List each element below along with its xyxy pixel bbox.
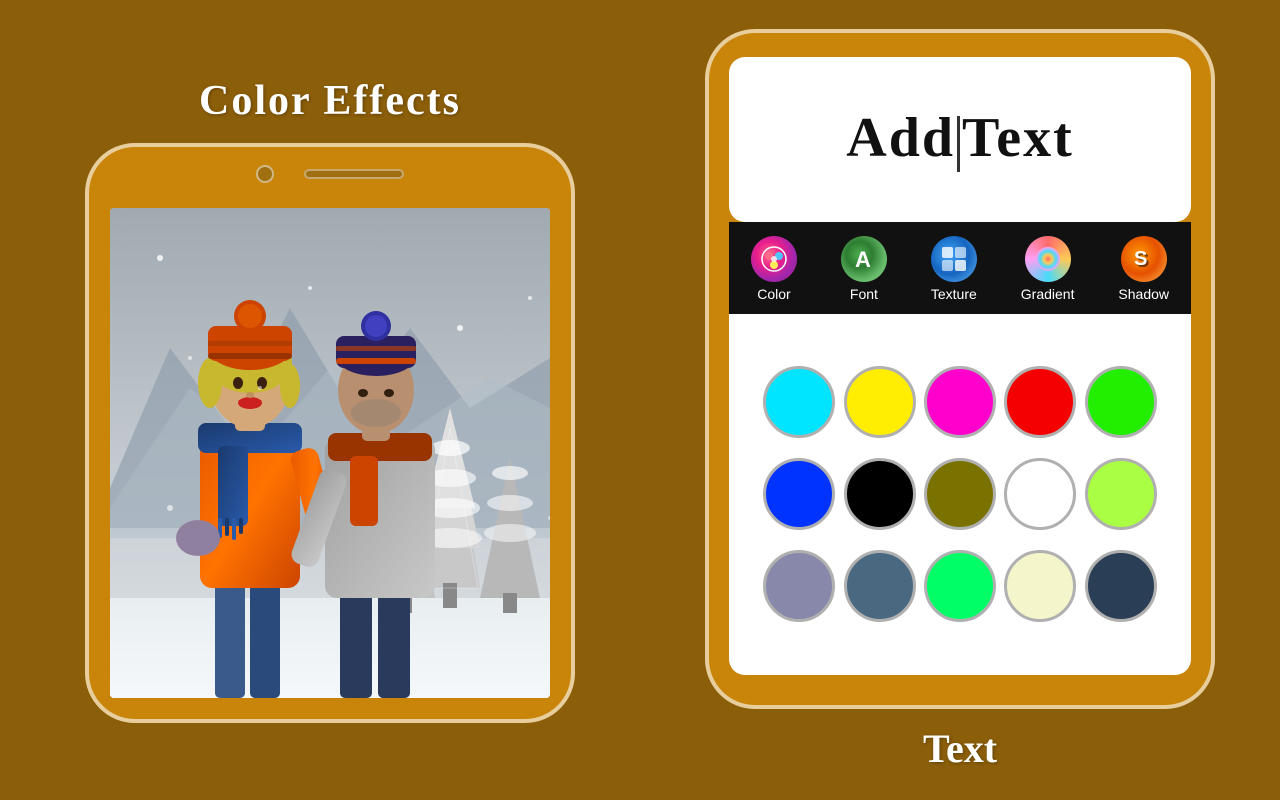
texture-icon bbox=[931, 236, 977, 282]
right-phone-mockup: AddText Color A Font Texture Gradient SS Shado… bbox=[705, 29, 1215, 709]
color-swatch-lime[interactable] bbox=[1085, 458, 1157, 530]
color-tab-label: Color bbox=[757, 286, 790, 302]
color-row-2 bbox=[759, 550, 1161, 622]
toolbar-tab-texture[interactable]: Texture bbox=[919, 232, 989, 306]
color-swatch-black[interactable] bbox=[844, 458, 916, 530]
color-palette-area bbox=[729, 314, 1191, 675]
shadow-tab-label: Shadow bbox=[1118, 286, 1169, 302]
shadow-icon: SS bbox=[1121, 236, 1167, 282]
add-text-part1: Add bbox=[846, 107, 955, 169]
toolbar-tab-gradient[interactable]: Gradient bbox=[1009, 232, 1087, 306]
color-swatch-blue[interactable] bbox=[763, 458, 835, 530]
svg-text:A: A bbox=[855, 247, 871, 272]
right-section: AddText ColorAFontTextureGradientSSShado… bbox=[680, 29, 1240, 772]
color-swatch-steel[interactable] bbox=[844, 550, 916, 622]
left-phone-mockup bbox=[85, 143, 575, 723]
color-swatch-yellow[interactable] bbox=[844, 366, 916, 438]
color-swatch-cyan[interactable] bbox=[763, 366, 835, 438]
left-section: Color Effects bbox=[40, 77, 620, 723]
toolbar-tab-shadow[interactable]: SS Shadow bbox=[1106, 232, 1181, 306]
phone-top-bar bbox=[89, 165, 571, 183]
color-swatch-cream[interactable] bbox=[1004, 550, 1076, 622]
color-swatch-neon-green[interactable] bbox=[924, 550, 996, 622]
bottom-label: Text bbox=[923, 725, 997, 772]
color-swatch-white[interactable] bbox=[1004, 458, 1076, 530]
phone-image bbox=[110, 208, 550, 698]
color-swatch-olive[interactable] bbox=[924, 458, 996, 530]
color-swatch-red[interactable] bbox=[1004, 366, 1076, 438]
font-tab-label: Font bbox=[850, 286, 878, 302]
font-icon: A bbox=[841, 236, 887, 282]
gradient-tab-label: Gradient bbox=[1021, 286, 1075, 302]
color-swatch-green[interactable] bbox=[1085, 366, 1157, 438]
gradient-icon bbox=[1025, 236, 1071, 282]
svg-text:S: S bbox=[1134, 248, 1147, 270]
add-text-part2: Text bbox=[962, 107, 1074, 169]
color-swatch-lavender[interactable] bbox=[763, 550, 835, 622]
color-swatch-dark-slate[interactable] bbox=[1085, 550, 1157, 622]
toolbar-tab-font[interactable]: A Font bbox=[829, 232, 899, 306]
phone-speaker bbox=[304, 169, 404, 179]
toolbar: Color A Font Texture Gradient SS Shadow bbox=[729, 222, 1191, 314]
couple-photo-svg bbox=[110, 208, 550, 698]
phone-camera bbox=[256, 165, 274, 183]
color-swatch-magenta[interactable] bbox=[924, 366, 996, 438]
toolbar-tab-color[interactable]: Color bbox=[739, 232, 809, 306]
add-text-display: AddText bbox=[846, 106, 1073, 171]
text-input-area[interactable]: AddText bbox=[729, 57, 1191, 222]
texture-tab-label: Texture bbox=[931, 286, 977, 302]
color-row-0 bbox=[759, 366, 1161, 438]
color-icon bbox=[751, 236, 797, 282]
text-cursor bbox=[957, 116, 960, 172]
page-title: Color Effects bbox=[199, 77, 461, 125]
color-row-1 bbox=[759, 458, 1161, 530]
